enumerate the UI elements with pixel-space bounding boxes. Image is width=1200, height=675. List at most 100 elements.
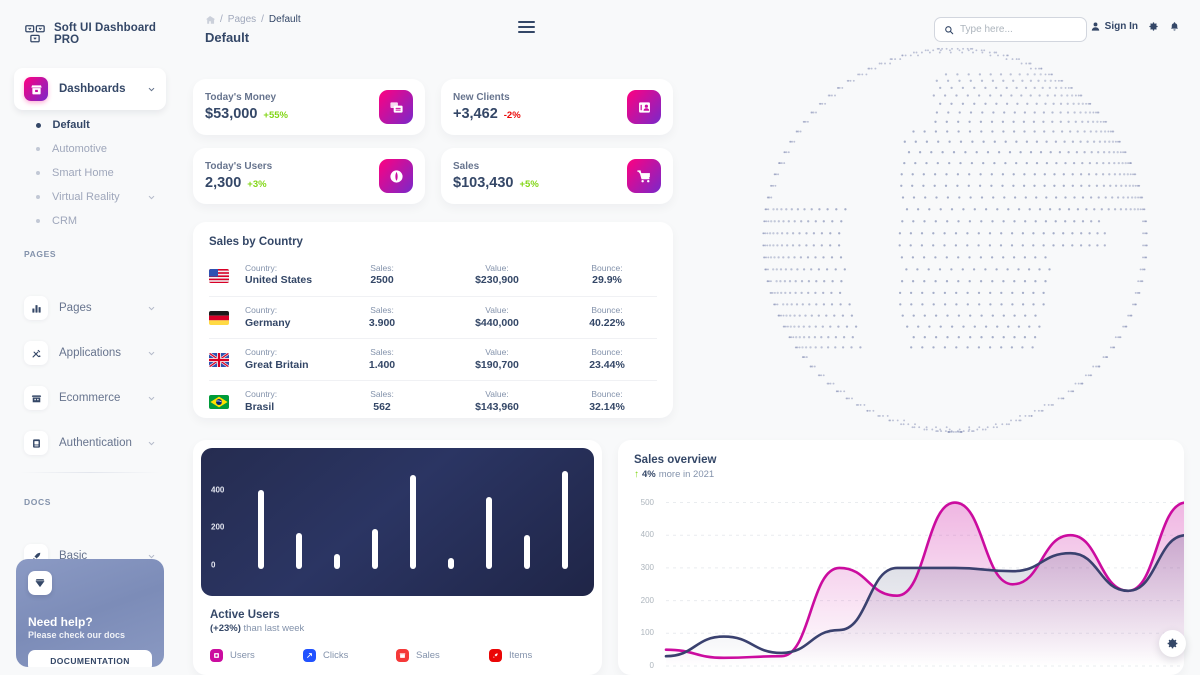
- bar: [524, 535, 530, 569]
- search-input[interactable]: [960, 24, 1077, 35]
- badge-icon: [24, 431, 48, 455]
- sidebar-nav-pages: Pages Applications Ecommerce Authenticat…: [0, 287, 180, 464]
- home-icon[interactable]: [205, 15, 215, 25]
- chart-bar-icon: [24, 296, 48, 320]
- active-users-bar-chart[interactable]: 0 200 400: [201, 448, 594, 596]
- globe-icon: [379, 159, 413, 193]
- active-users-subtitle: (+23%) than last week: [210, 623, 584, 634]
- gear-icon[interactable]: [1148, 21, 1159, 32]
- sidebar-item-smart-home[interactable]: Smart Home: [22, 161, 166, 185]
- rocket-small-icon: [489, 649, 502, 662]
- sidebar-item-default[interactable]: Default: [22, 113, 166, 137]
- sales-y-tick: 0: [649, 661, 654, 670]
- sales-overview-chart[interactable]: [626, 488, 1184, 675]
- sign-in-button[interactable]: Sign In: [1090, 21, 1138, 32]
- sidebar-item-automotive[interactable]: Automotive: [22, 137, 166, 161]
- breadcrumb-default[interactable]: Default: [269, 14, 301, 25]
- bar: [410, 474, 416, 569]
- bar: [486, 497, 492, 569]
- cell-label: Country:: [245, 389, 278, 400]
- brand[interactable]: Soft UI Dashboard PRO: [0, 0, 180, 46]
- stat-card-todays-users[interactable]: Today's Users 2,300 +3%: [193, 148, 425, 204]
- legend-label: Users: [230, 650, 255, 661]
- active-users-legend-item: Items: [489, 649, 582, 662]
- country-table: Country: United States Sales: 2500 Value…: [209, 255, 657, 422]
- id-card-icon: [627, 90, 661, 124]
- sidebar-item-crm[interactable]: CRM: [22, 209, 166, 233]
- bullet-icon: [35, 122, 41, 128]
- sidebar-item-ecommerce[interactable]: Ecommerce: [14, 377, 166, 419]
- cell-value: Great Britain: [245, 358, 309, 371]
- sales-overview-y-axis: 0 100 200 300 400 500: [618, 488, 658, 675]
- table-row[interactable]: Country: Brasil Sales: 562 Value: $143,9…: [209, 381, 657, 423]
- bar: [448, 557, 454, 569]
- bar-chart-y-tick: 400: [211, 485, 225, 495]
- sidebar-section-heading-pages: PAGES: [24, 249, 57, 259]
- stat-label: Today's Users: [205, 161, 273, 172]
- stat-value: 2,300: [205, 175, 242, 191]
- stat-card-todays-money[interactable]: Today's Money $53,000 +55%: [193, 79, 425, 135]
- cart-icon: [627, 159, 661, 193]
- sidebar-subitem-label: Automotive: [52, 143, 108, 155]
- stat-label: Today's Money: [205, 92, 277, 103]
- stat-card-sales[interactable]: Sales $103,430 +5%: [441, 148, 673, 204]
- table-row[interactable]: Country: Germany Sales: 3.900 Value: $44…: [209, 297, 657, 339]
- search-box[interactable]: [934, 17, 1087, 42]
- country-bounce-cell: Bounce: 40.22%: [557, 297, 657, 339]
- country-bounce-cell: Bounce: 32.14%: [557, 381, 657, 423]
- stat-value: +3,462: [453, 106, 498, 122]
- bell-icon[interactable]: [1169, 21, 1180, 32]
- stat-value: $103,430: [453, 175, 514, 191]
- settings-fab-button[interactable]: [1159, 630, 1186, 657]
- stat-delta: -2%: [503, 110, 521, 121]
- breadcrumb-pages[interactable]: Pages: [228, 14, 256, 25]
- sales-overview-delta: 4%: [642, 469, 656, 480]
- cell-value: $230,900: [475, 274, 519, 287]
- section-title: Sales by Country: [209, 236, 303, 248]
- country-value-cell: Value: $190,700: [437, 339, 557, 381]
- hamburger-icon[interactable]: [518, 21, 535, 36]
- stat-text: Today's Money $53,000 +55%: [205, 92, 288, 122]
- sidebar-item-label: Ecommerce: [59, 392, 121, 404]
- country-value-cell: Value: $230,900: [437, 255, 557, 297]
- stat-delta: +55%: [263, 110, 288, 121]
- cursor-click-icon: [303, 649, 316, 662]
- cell-label: Sales:: [370, 263, 394, 273]
- stat-value: $53,000: [205, 106, 258, 122]
- legend-label: Items: [509, 650, 533, 661]
- stat-label: Sales: [453, 161, 480, 172]
- documentation-button[interactable]: DOCUMENTATION: [28, 650, 152, 667]
- sign-in-label: Sign In: [1104, 21, 1138, 32]
- table-row[interactable]: Country: United States Sales: 2500 Value…: [209, 255, 657, 297]
- active-users-delta: (+23%): [210, 623, 241, 634]
- cell-label: Sales:: [370, 347, 394, 358]
- flag-us: [209, 268, 229, 283]
- sidebar-item-dashboards[interactable]: Dashboards: [14, 68, 166, 110]
- flag-br: [209, 394, 229, 409]
- cell-label: Bounce:: [591, 305, 623, 316]
- wallet-icon: [379, 90, 413, 124]
- sidebar-divider: [20, 472, 160, 473]
- country-name-cell: Country: Germany: [245, 297, 327, 339]
- sidebar-item-pages[interactable]: Pages: [14, 287, 166, 329]
- cell-label: Sales:: [370, 305, 394, 316]
- stat-text: Sales $103,430 +5%: [453, 161, 539, 191]
- sidebar-subitem-label: Default: [52, 119, 90, 131]
- country-flag-cell: [209, 381, 245, 423]
- cell-label: Value:: [485, 305, 509, 316]
- cell-label: Value:: [485, 263, 509, 273]
- stat-delta: +3%: [247, 179, 267, 190]
- sales-overview-card: Sales overview ↑ 4% more in 2021 0 100 200…: [618, 440, 1184, 675]
- sidebar-item-virtual-reality[interactable]: Virtual Reality: [22, 185, 166, 209]
- cell-label: Sales:: [370, 389, 394, 400]
- sidebar-item-authentication[interactable]: Authentication: [14, 422, 166, 464]
- chevron-down-icon: [148, 306, 155, 310]
- stat-card-new-clients[interactable]: New Clients +3,462 -2%: [441, 79, 673, 135]
- legend-label: Clicks: [323, 650, 349, 661]
- sidebar-item-applications[interactable]: Applications: [14, 332, 166, 374]
- cell-label: Value:: [485, 347, 509, 358]
- table-row[interactable]: Country: Great Britain Sales: 1.400 Valu…: [209, 339, 657, 381]
- country-name-cell: Country: United States: [245, 255, 327, 297]
- country-flag-cell: [209, 339, 245, 381]
- breadcrumb-separator: /: [261, 14, 264, 25]
